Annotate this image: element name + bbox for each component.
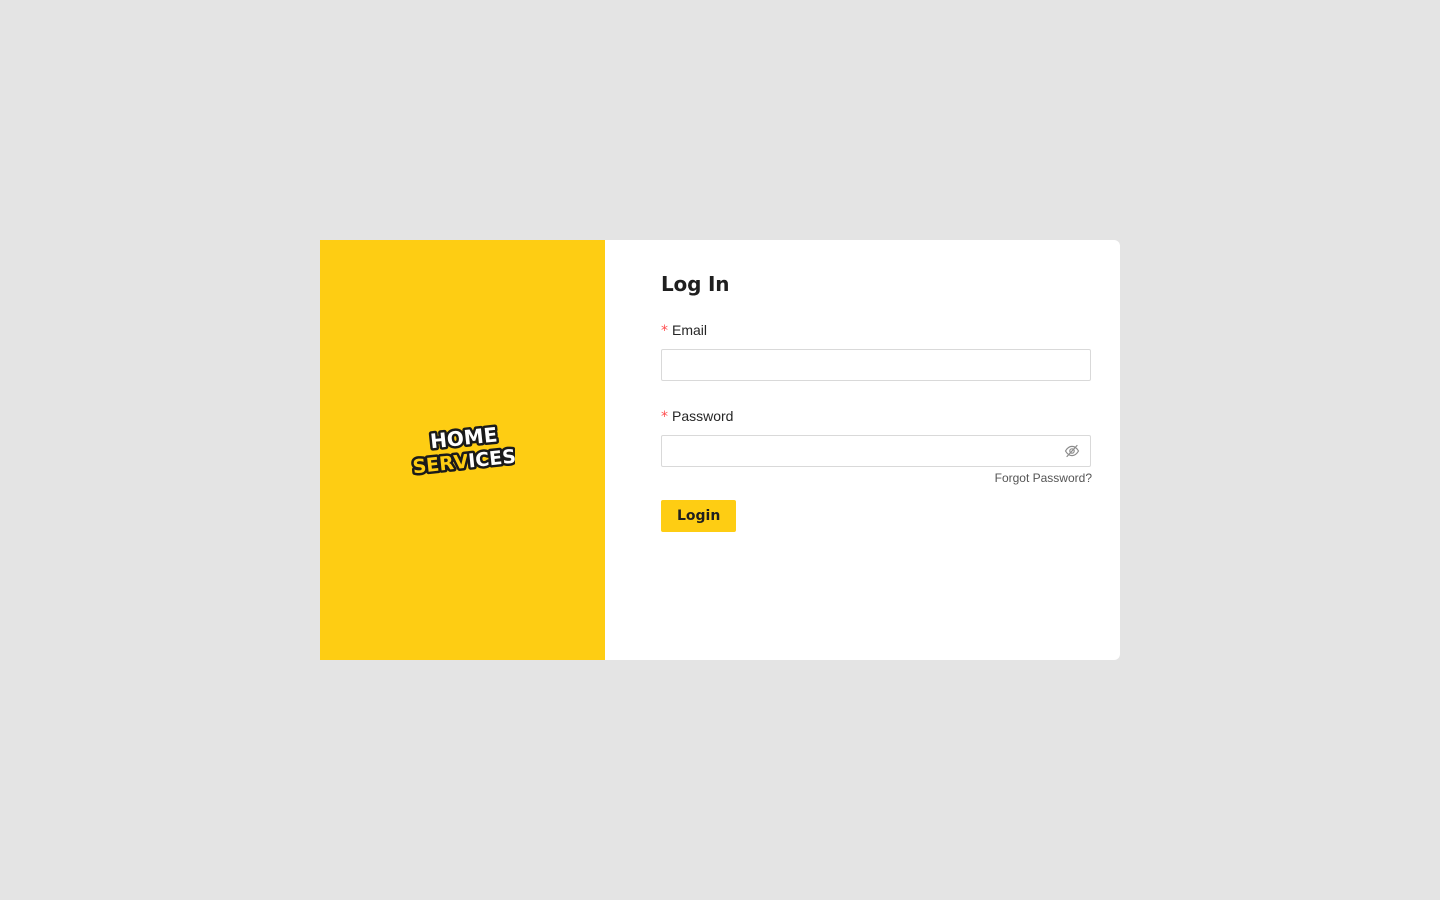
email-field[interactable] <box>661 349 1091 381</box>
brand-panel: HOME SERVICES <box>320 240 605 660</box>
page-title: Log In <box>661 272 730 296</box>
forgot-password-link[interactable]: Forgot Password? <box>661 470 1092 486</box>
home-services-logo: HOME SERVICES <box>411 421 515 479</box>
eye-invisible-icon[interactable] <box>1064 443 1080 459</box>
required-mark: * <box>661 323 668 339</box>
login-form: Log In * Email * Password Forgot Password?… <box>605 240 1120 660</box>
login-button[interactable]: Login <box>661 500 737 532</box>
email-label: * Email <box>661 320 1092 340</box>
login-card: HOME SERVICES Log In * Email * Password Fo… <box>320 240 1120 660</box>
password-input-wrapper <box>661 435 1091 467</box>
password-label-text: Password <box>672 408 734 424</box>
password-field[interactable] <box>661 435 1091 467</box>
email-label-text: Email <box>672 322 708 338</box>
password-label: * Password <box>661 406 1092 426</box>
required-mark: * <box>661 409 668 425</box>
logo-text-services: SERVICES <box>411 446 514 479</box>
